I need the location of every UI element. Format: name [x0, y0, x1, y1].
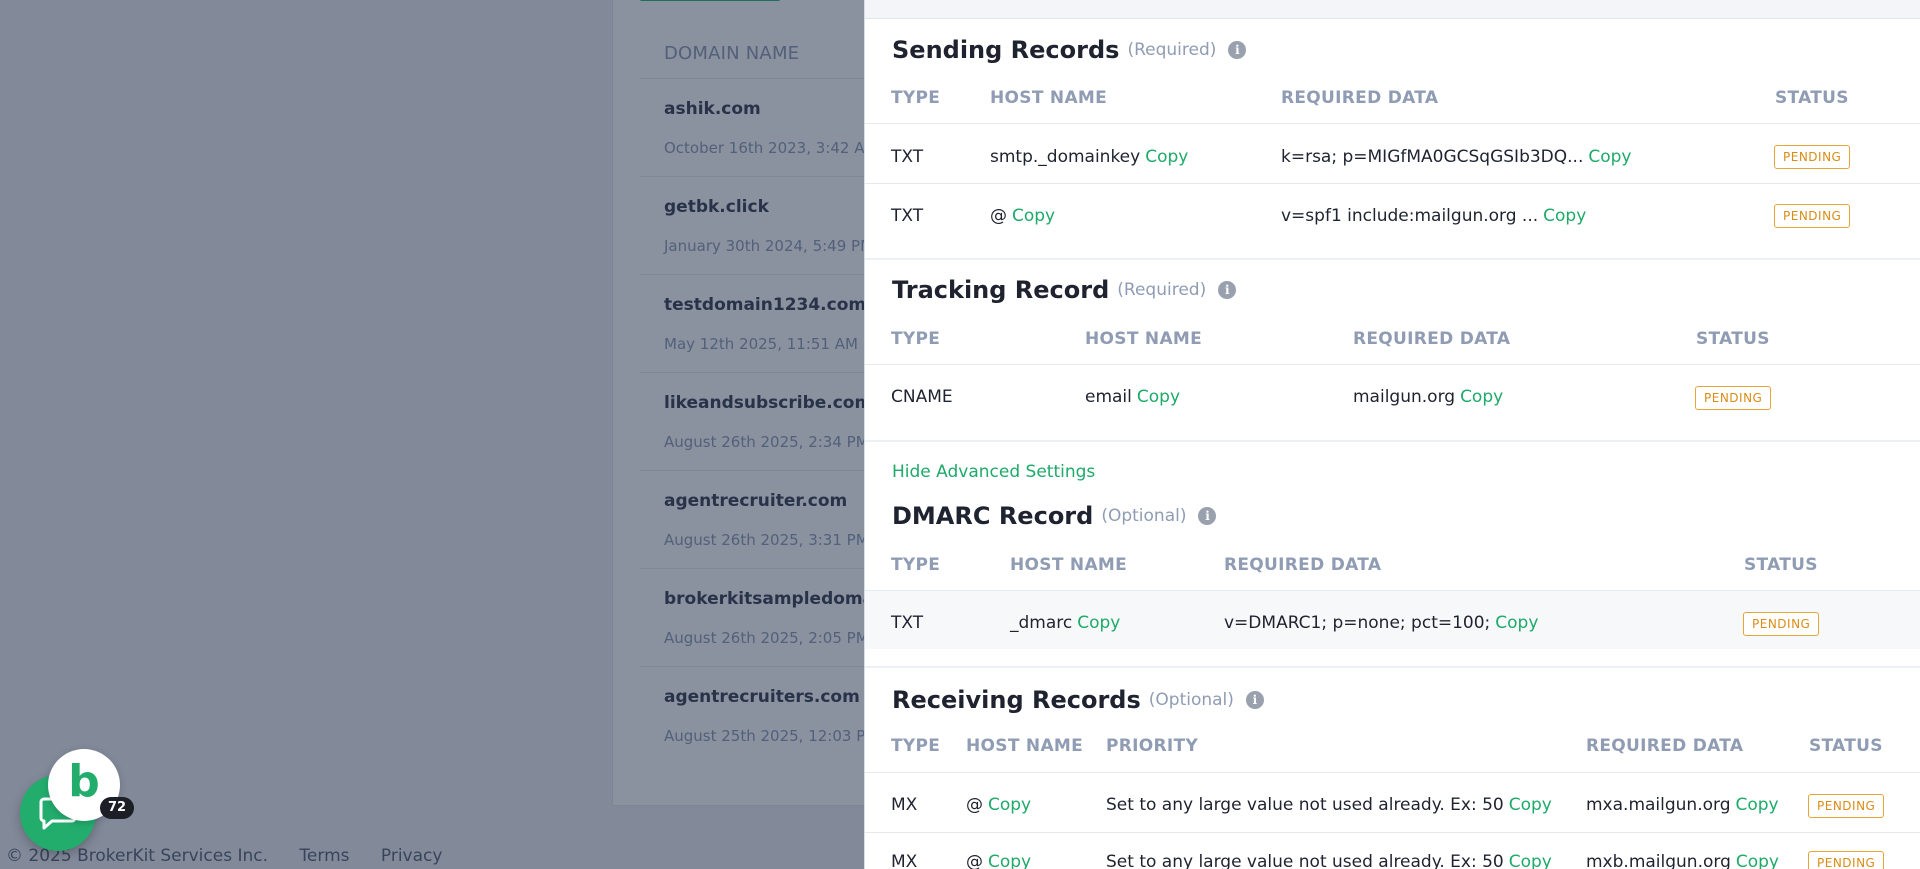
dmarc-record-title: DMARC Record (Optional) i: [892, 502, 1217, 530]
host-value: _dmarc: [1010, 613, 1073, 633]
record-type: MX: [891, 852, 918, 869]
panel-header-strip: [865, 0, 1920, 19]
copy-host-button[interactable]: Copy: [988, 795, 1031, 815]
col-status: STATUS: [1744, 555, 1818, 575]
record-host: @ Copy: [990, 206, 1055, 226]
section-divider: [865, 440, 1920, 442]
col-type: TYPE: [891, 88, 941, 108]
data-value: mailgun.org: [1353, 387, 1456, 407]
record-type: MX: [891, 795, 918, 815]
copy-host-button[interactable]: Copy: [1145, 147, 1188, 167]
record-priority: Set to any large value not used already.…: [1106, 852, 1552, 869]
col-required-data: REQUIRED DATA: [1281, 88, 1439, 108]
dns-records-panel: Sending Records (Required) i TYPE HOST NAM…: [864, 0, 1920, 869]
record-data: mailgun.org Copy: [1353, 387, 1503, 407]
section-qualifier: (Optional): [1148, 690, 1234, 710]
section-qualifier: (Required): [1117, 280, 1207, 300]
info-icon[interactable]: i: [1218, 281, 1237, 299]
section-heading: DMARC Record: [892, 502, 1094, 530]
info-icon[interactable]: i: [1228, 41, 1247, 59]
info-icon[interactable]: i: [1245, 691, 1264, 709]
section-qualifier: (Required): [1127, 40, 1217, 60]
record-data: mxb.mailgun.org Copy: [1586, 852, 1779, 869]
record-data: v=DMARC1; p=none; pct=100; Copy: [1224, 613, 1538, 633]
host-value: @: [990, 206, 1007, 226]
record-data: k=rsa; p=MIGfMA0GCSqGSIb3DQ... Copy: [1281, 147, 1632, 167]
copy-host-button[interactable]: Copy: [1077, 613, 1120, 633]
col-type: TYPE: [891, 736, 941, 756]
priority-value: Set to any large value not used already.…: [1106, 795, 1504, 815]
row-divider: [865, 772, 1920, 773]
row-divider: [865, 832, 1920, 833]
info-icon[interactable]: i: [1198, 507, 1217, 525]
row-divider: [865, 123, 1920, 124]
hide-advanced-settings-link[interactable]: Hide Advanced Settings: [892, 462, 1095, 482]
copy-data-button[interactable]: Copy: [1495, 613, 1538, 633]
col-host-name: HOST NAME: [1010, 555, 1128, 575]
record-host: @ Copy: [966, 795, 1031, 815]
col-status: STATUS: [1809, 736, 1883, 756]
copy-data-button[interactable]: Copy: [1588, 147, 1631, 167]
data-value: v=DMARC1; p=none; pct=100;: [1224, 613, 1491, 633]
col-host-name: HOST NAME: [1085, 329, 1203, 349]
section-heading: Receiving Records: [892, 686, 1141, 714]
copy-data-button[interactable]: Copy: [1736, 852, 1779, 869]
tracking-record-title: Tracking Record (Required) i: [892, 276, 1237, 304]
section-divider: [865, 666, 1920, 668]
copy-host-button[interactable]: Copy: [988, 852, 1031, 869]
record-type: TXT: [891, 613, 924, 633]
record-priority: Set to any large value not used already.…: [1106, 795, 1552, 815]
host-value: @: [966, 795, 983, 815]
host-value: email: [1085, 387, 1132, 407]
copy-data-button[interactable]: Copy: [1460, 387, 1503, 407]
status-badge: PENDING: [1695, 386, 1772, 410]
record-host: @ Copy: [966, 852, 1031, 869]
row-divider: [865, 364, 1920, 365]
record-host: smtp._domainkey Copy: [990, 147, 1188, 167]
status-badge: PENDING: [1808, 794, 1885, 818]
col-host-name: HOST NAME: [966, 736, 1084, 756]
section-divider: [865, 258, 1920, 260]
col-required-data: REQUIRED DATA: [1353, 329, 1511, 349]
record-type: TXT: [891, 206, 924, 226]
section-qualifier: (Optional): [1101, 506, 1187, 526]
record-type: TXT: [891, 147, 924, 167]
record-host: email Copy: [1085, 387, 1180, 407]
data-value: mxa.mailgun.org: [1586, 795, 1731, 815]
sending-records-title: Sending Records (Required) i: [892, 36, 1247, 64]
status-badge: PENDING: [1774, 145, 1851, 169]
copy-data-button[interactable]: Copy: [1736, 795, 1779, 815]
copy-priority-button[interactable]: Copy: [1509, 795, 1552, 815]
col-host-name: HOST NAME: [990, 88, 1108, 108]
host-value: @: [966, 852, 983, 869]
data-value: mxb.mailgun.org: [1586, 852, 1731, 869]
col-status: STATUS: [1775, 88, 1849, 108]
record-host: _dmarc Copy: [1010, 613, 1120, 633]
copy-host-button[interactable]: Copy: [1137, 387, 1180, 407]
col-required-data: REQUIRED DATA: [1224, 555, 1382, 575]
col-status: STATUS: [1696, 329, 1770, 349]
copy-data-button[interactable]: Copy: [1543, 206, 1586, 226]
record-type: CNAME: [891, 387, 953, 407]
priority-value: Set to any large value not used already.…: [1106, 852, 1504, 869]
record-data: v=spf1 include:mailgun.org ... Copy: [1281, 206, 1586, 226]
row-divider: [865, 183, 1920, 184]
section-heading: Tracking Record: [892, 276, 1110, 304]
col-required-data: REQUIRED DATA: [1586, 736, 1744, 756]
receiving-records-title: Receiving Records (Optional) i: [892, 686, 1264, 714]
data-value: k=rsa; p=MIGfMA0GCSqGSIb3DQ...: [1281, 147, 1584, 167]
host-value: smtp._domainkey: [990, 147, 1141, 167]
col-priority: PRIORITY: [1106, 736, 1199, 756]
copy-host-button[interactable]: Copy: [1012, 206, 1055, 226]
data-value: v=spf1 include:mailgun.org ...: [1281, 206, 1539, 226]
status-badge: PENDING: [1774, 204, 1851, 228]
status-badge: PENDING: [1808, 851, 1885, 869]
record-data: mxa.mailgun.org Copy: [1586, 795, 1779, 815]
col-type: TYPE: [891, 555, 941, 575]
copy-priority-button[interactable]: Copy: [1509, 852, 1552, 869]
col-type: TYPE: [891, 329, 941, 349]
status-badge: PENDING: [1743, 612, 1820, 636]
notification-count-badge: 72: [100, 797, 134, 819]
section-heading: Sending Records: [892, 36, 1120, 64]
